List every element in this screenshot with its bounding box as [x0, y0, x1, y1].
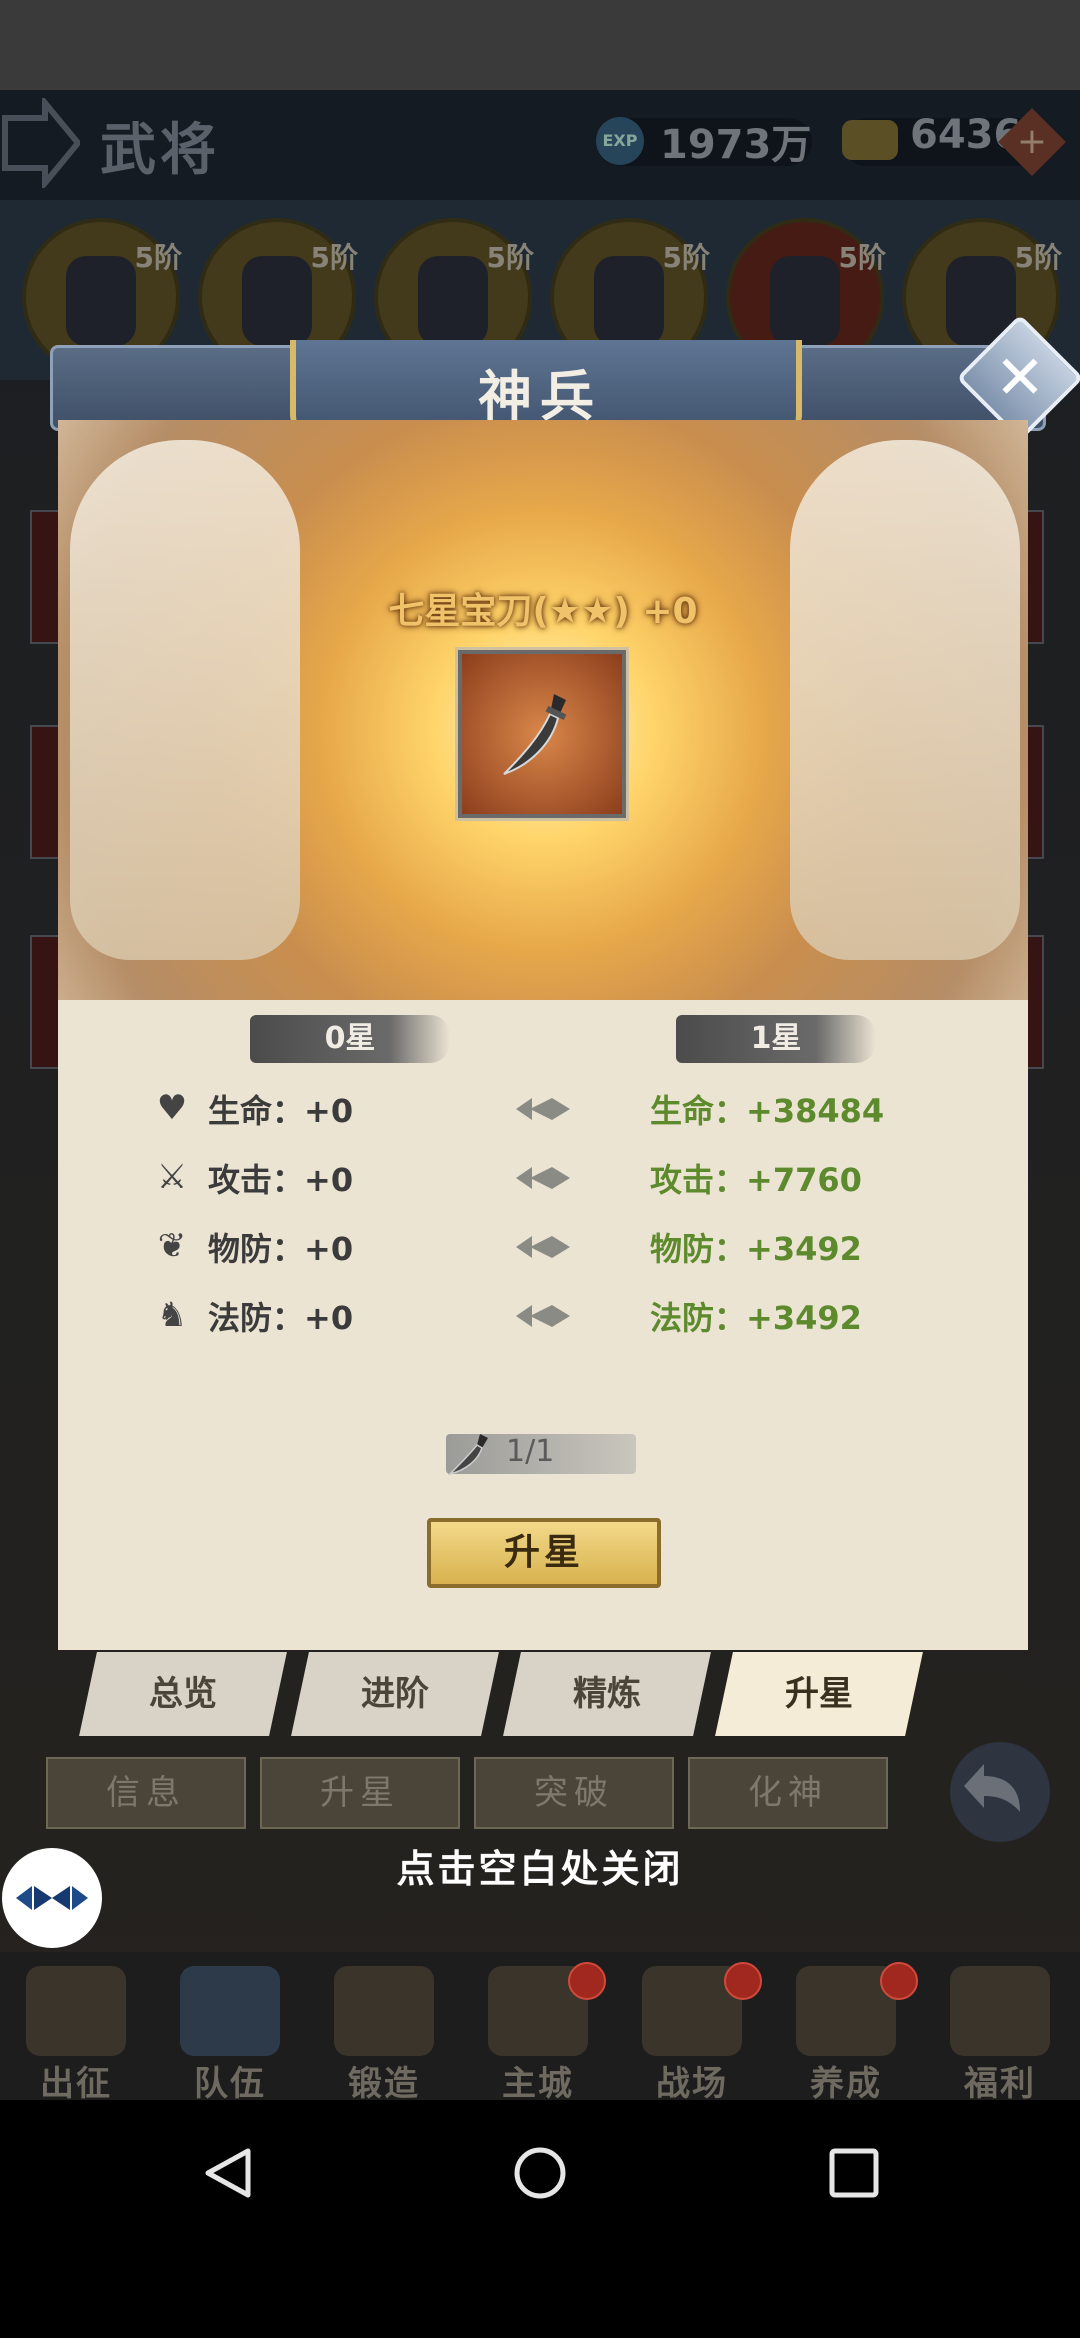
material-cost: 1/1: [506, 1434, 555, 1469]
current-star-label: 0星: [250, 1015, 450, 1063]
floating-assistant-button[interactable]: [2, 1848, 102, 1948]
subtab-upgrade-star[interactable]: 升星: [260, 1757, 460, 1829]
left-dragon-decoration: [70, 440, 300, 960]
sword-icon: [503, 694, 567, 775]
helmet-icon: ♞: [156, 1295, 188, 1335]
return-arrow-icon: [964, 1764, 1020, 1812]
back-triangle-icon[interactable]: [200, 2145, 256, 2201]
subtab-transform[interactable]: 化神: [688, 1757, 888, 1829]
tab-upgrade-star[interactable]: 升星: [715, 1652, 923, 1736]
close-icon: ✕: [994, 343, 1046, 413]
stat-old-hp: 生命：+0: [208, 1092, 354, 1130]
stat-new-magic-defense: 法防：+3492: [650, 1299, 862, 1337]
right-dragon-decoration: [790, 440, 1020, 960]
tab-refine[interactable]: 精炼: [503, 1652, 711, 1736]
recents-square-icon[interactable]: [826, 2145, 882, 2201]
status-bar: [0, 0, 1080, 90]
nav-welfare[interactable]: 福利: [930, 1960, 1070, 2104]
return-button[interactable]: [950, 1742, 1050, 1842]
weapon-name: 七星宝刀(★★) +0: [388, 591, 698, 632]
arrow-right-icon: [516, 1098, 570, 1120]
nav-team[interactable]: 队伍: [160, 1960, 300, 2104]
stat-old-physical-defense: 物防：+0: [208, 1230, 354, 1268]
floating-assistant-icon: [16, 1886, 88, 1910]
nav-expedition[interactable]: 出征: [6, 1960, 146, 2104]
upgrade-star-button[interactable]: 升星: [427, 1518, 661, 1588]
welfare-icon: [950, 1966, 1050, 2056]
next-star-label: 1星: [676, 1015, 876, 1063]
tab-overview[interactable]: 总览: [79, 1652, 287, 1736]
arrow-right-icon: [516, 1305, 570, 1327]
forge-icon: [334, 1966, 434, 2056]
team-icon: [180, 1966, 280, 2056]
arrow-right-icon: [516, 1167, 570, 1189]
arrow-right-icon: [516, 1236, 570, 1258]
tab-advance[interactable]: 进阶: [291, 1652, 499, 1736]
home-circle-icon[interactable]: [512, 2145, 568, 2201]
notification-badge: [880, 1962, 918, 2000]
stat-old-attack: 攻击：+0: [208, 1161, 354, 1199]
stat-new-hp: 生命：+38484: [650, 1092, 885, 1130]
system-navigation-bar: [0, 2100, 1080, 2338]
stat-old-magic-defense: 法防：+0: [208, 1299, 354, 1337]
nav-forge[interactable]: 锻造: [314, 1960, 454, 2104]
subtab-info[interactable]: 信息: [46, 1757, 246, 1829]
subtab-breakthrough[interactable]: 突破: [474, 1757, 674, 1829]
notification-badge: [568, 1962, 606, 2000]
stat-new-physical-defense: 物防：+3492: [650, 1230, 862, 1268]
expedition-icon: [26, 1966, 126, 2056]
weapon-slot[interactable]: [458, 650, 626, 818]
sword-material-icon: [447, 1434, 488, 1476]
crossed-swords-icon: ⚔: [156, 1157, 188, 1197]
paw-icon: ❦: [157, 1226, 187, 1266]
heart-icon: ♥: [156, 1088, 188, 1128]
close-hint: 点击空白处关闭: [396, 1847, 684, 1891]
notification-badge: [724, 1962, 762, 2000]
stat-new-attack: 攻击：+7760: [650, 1161, 862, 1199]
